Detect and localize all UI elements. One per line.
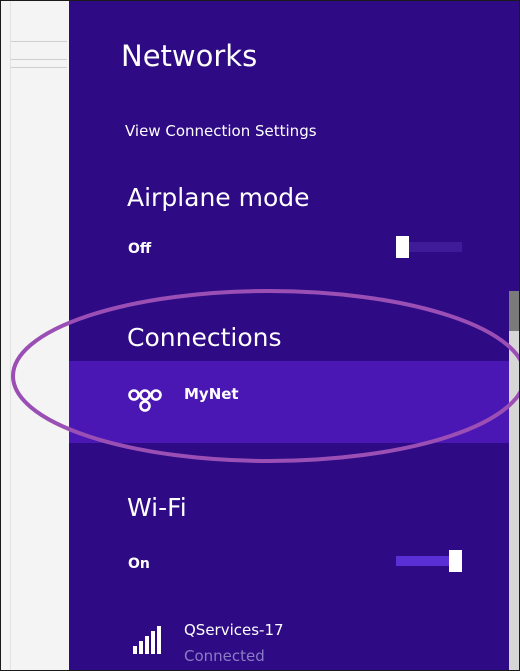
background-divider [11, 67, 67, 68]
scrollbar-thumb[interactable] [509, 291, 519, 331]
connections-heading: Connections [127, 323, 282, 352]
toggle-thumb [449, 550, 462, 572]
connection-name: MyNet [184, 385, 239, 403]
wifi-network-name[interactable]: QServices-17 [184, 621, 284, 639]
page-title: Networks [121, 39, 258, 73]
view-connection-settings-link[interactable]: View Connection Settings [125, 122, 317, 140]
background-divider [11, 59, 67, 60]
signal-bars-icon [133, 626, 163, 654]
wifi-state: On [128, 556, 150, 572]
airplane-mode-heading: Airplane mode [127, 183, 310, 212]
screenshot-frame: Networks View Connection Settings Airpla… [0, 0, 520, 671]
wifi-heading: Wi-Fi [127, 493, 187, 522]
link-icon [127, 386, 163, 412]
wifi-network-status: Connected [184, 647, 265, 665]
scrollbar[interactable] [509, 291, 519, 670]
networks-charm-panel: Networks View Connection Settings Airpla… [69, 1, 519, 670]
background-window [1, 1, 69, 670]
toggle-thumb [396, 236, 409, 258]
background-divider [11, 41, 67, 42]
wifi-toggle[interactable] [396, 550, 462, 572]
connection-item-mynet[interactable]: MyNet [69, 361, 519, 443]
background-divider [10, 1, 11, 670]
airplane-mode-state: Off [128, 241, 152, 257]
airplane-mode-toggle[interactable] [396, 236, 462, 258]
